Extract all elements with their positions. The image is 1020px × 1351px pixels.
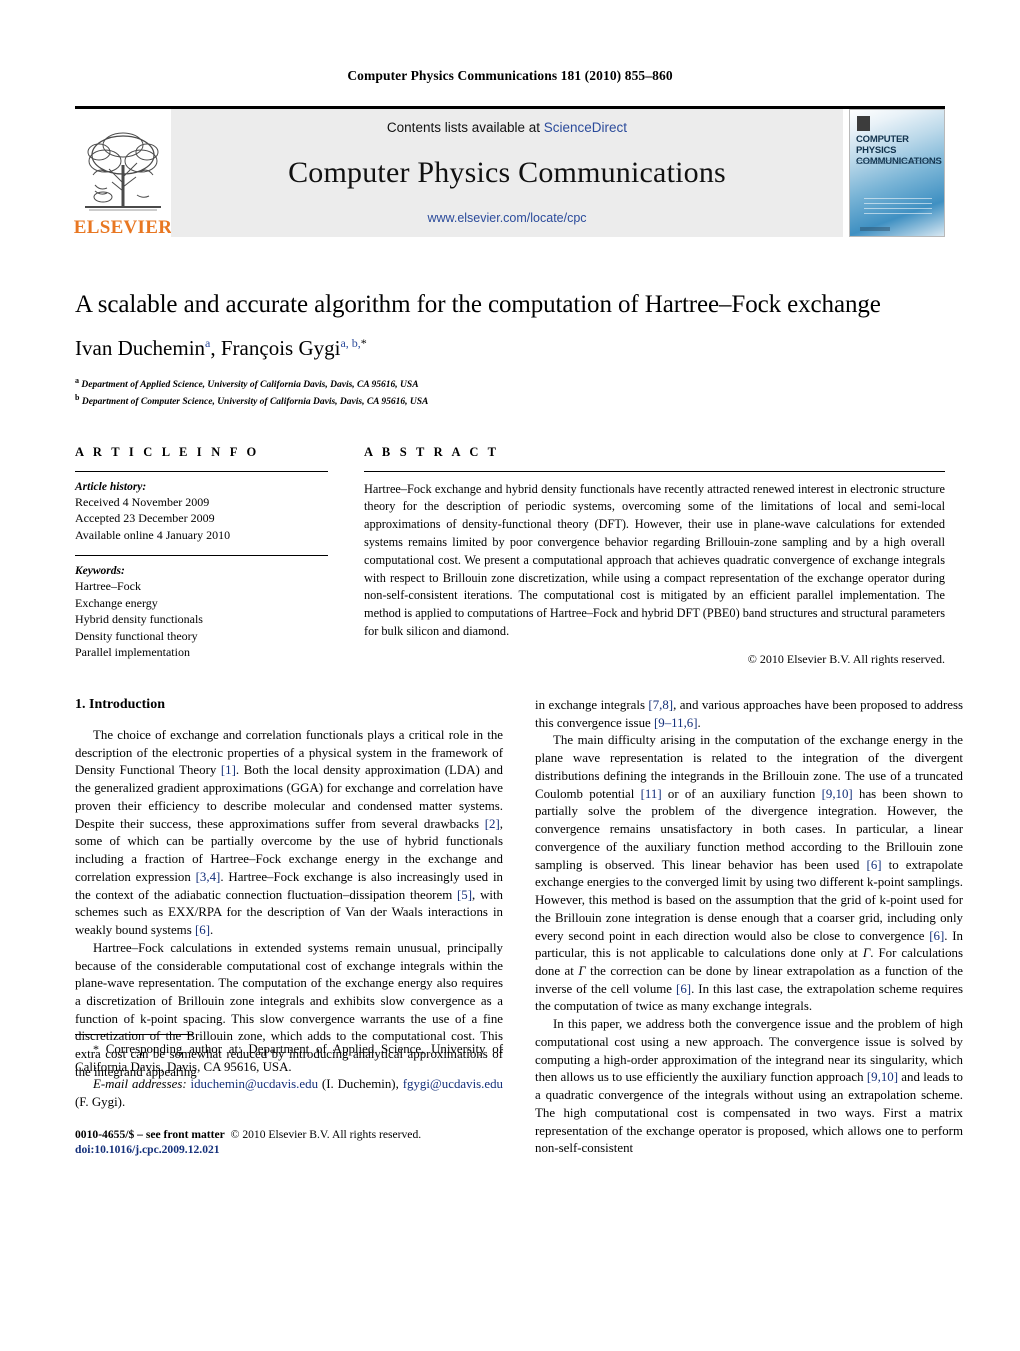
abstract-column: A B S T R A C T Hartree–Fock exchange an… (364, 445, 945, 667)
journal-cover-thumbnail: COMPUTER PHYSICS COMMUNICATIONS (849, 109, 945, 237)
elsevier-logo: ELSEVIER (73, 109, 173, 238)
body-column-right: in exchange integrals [7,8], and various… (535, 697, 963, 1158)
footnote-text: Corresponding author at: Department of A… (75, 1041, 503, 1074)
footnote-star-marker: * (93, 1041, 99, 1056)
section-heading-introduction: 1. Introduction (75, 696, 165, 712)
history-available-online: Available online 4 January 2010 (75, 527, 231, 542)
body-columns: 1. Introduction The choice of exchange a… (75, 697, 963, 1158)
issn-line: 0010-4655/$ – see front matter © 2010 El… (75, 1127, 503, 1143)
cover-footer-mark (860, 227, 890, 231)
journal-masthead: ELSEVIER Contents lists available at Sci… (73, 106, 945, 238)
affiliation-b-marker: b (75, 393, 80, 403)
citation-ref[interactable]: [9,10] (822, 787, 853, 801)
citation-ref[interactable]: [3,4] (196, 870, 221, 884)
citation-ref[interactable]: [9,10] (867, 1070, 898, 1084)
elsevier-tree-mark-icon (857, 116, 870, 131)
keyword-item: Hybrid density functionals (75, 612, 203, 627)
contents-prefix: Contents lists available at (386, 120, 541, 135)
issn-copyright: © 2010 Elsevier B.V. All rights reserved… (230, 1127, 422, 1141)
body-column-left: 1. Introduction The choice of exchange a… (75, 697, 503, 1158)
email-link-duchemin[interactable]: iduchemin@ucdavis.edu (191, 1077, 319, 1091)
issn-text: 0010-4655/$ – see front matter (75, 1127, 225, 1141)
citation-ref[interactable]: [6] (195, 923, 210, 937)
article-page: Computer Physics Communications 181 (201… (0, 0, 1020, 1351)
affiliation-a-text: Department of Applied Science, Universit… (81, 379, 419, 390)
citation-ref[interactable]: [11] (641, 787, 662, 801)
citation-ref[interactable]: [2] (485, 817, 500, 831)
email-owner-1: (I. Duchemin), (321, 1077, 399, 1092)
citation-ref[interactable]: [6] (676, 982, 691, 996)
journal-homepage-link[interactable]: www.elsevier.com/locate/cpc (427, 211, 586, 225)
divider (364, 470, 945, 472)
affiliation-b: b Department of Computer Science, Univer… (75, 392, 945, 409)
citation-ref[interactable]: [6] (867, 858, 882, 872)
running-head: Computer Physics Communications 181 (201… (347, 68, 673, 83)
article-info-column: A R T I C L E I N F O Article history: R… (75, 445, 328, 667)
gamma-symbol: Γ (578, 963, 586, 978)
cover-subtitle-lines (856, 160, 939, 164)
paragraph-text: . (209, 923, 214, 938)
affiliation-list: a Department of Applied Science, Univers… (75, 375, 945, 410)
paragraph: The choice of exchange and correlation f… (75, 727, 503, 940)
abstract-heading: A B S T R A C T (364, 444, 500, 459)
article-history-label: Article history: (75, 480, 147, 493)
journal-title: Computer Physics Communications (288, 156, 726, 189)
affiliation-b-text: Department of Computer Science, Universi… (81, 397, 429, 408)
keyword-item: Hartree–Fock (75, 579, 141, 594)
email-label: E-mail addresses: (93, 1077, 187, 1092)
citation-ref[interactable]: [5] (457, 888, 472, 902)
title-block: A scalable and accurate algorithm for th… (75, 290, 945, 410)
citation-ref[interactable]: [7,8] (648, 698, 673, 712)
citation-ref[interactable]: [9–11,6] (654, 716, 698, 730)
email-owner-2: (F. Gygi). (75, 1095, 126, 1110)
author-list: Ivan Duchemina, François Gygia, b,* (75, 336, 945, 361)
issn-copyright-block: 0010-4655/$ – see front matter © 2010 El… (75, 1127, 503, 1158)
author-separator: , (210, 335, 221, 360)
info-abstract-section: A R T I C L E I N F O Article history: R… (75, 445, 945, 667)
citation-ref[interactable]: [6] (929, 929, 944, 943)
divider (75, 470, 328, 472)
paragraph: The main difficulty arising in the compu… (535, 732, 963, 1016)
article-info-heading: A R T I C L E I N F O (75, 444, 260, 459)
author-2-name: François Gygi (220, 335, 341, 360)
abstract-text: Hartree–Fock exchange and hybrid density… (364, 481, 945, 639)
footnote-divider (75, 1033, 193, 1035)
citation-ref[interactable]: [1] (221, 763, 236, 777)
elsevier-wordmark: ELSEVIER (73, 217, 173, 238)
author-2-affiliation-marker: a, b, (340, 335, 361, 350)
author-1-name: Ivan Duchemin (75, 335, 206, 360)
abstract-copyright: © 2010 Elsevier B.V. All rights reserved… (747, 651, 945, 666)
elsevier-tree-icon (85, 132, 161, 211)
paragraph: in exchange integrals [7,8], and various… (535, 697, 963, 732)
paragraph-text: in exchange integrals (535, 697, 649, 712)
paragraph-text: . (697, 715, 701, 730)
history-accepted: Accepted 23 December 2009 (75, 511, 215, 526)
keyword-item: Exchange energy (75, 595, 158, 610)
history-received: Received 4 November 2009 (75, 494, 210, 509)
keywords-label: Keywords: (75, 565, 125, 578)
email-link-gygi[interactable]: fgygi@ucdavis.edu (403, 1077, 503, 1091)
cover-text-lines (864, 198, 932, 218)
page-title: A scalable and accurate algorithm for th… (75, 291, 881, 318)
affiliation-a-marker: a (75, 375, 79, 385)
corresponding-author-marker: * (360, 335, 367, 350)
affiliation-a: a Department of Applied Science, Univers… (75, 375, 945, 392)
paragraph: In this paper, we address both the conve… (535, 1016, 963, 1158)
sciencedirect-link[interactable]: ScienceDirect (544, 120, 627, 135)
keyword-item: Density functional theory (75, 628, 198, 643)
footnote-email-addresses: E-mail addresses: iduchemin@ucdavis.edu … (75, 1076, 503, 1111)
keyword-item: Parallel implementation (75, 645, 190, 660)
doi-link[interactable]: doi:10.1016/j.cpc.2009.12.021 (75, 1142, 503, 1158)
divider (75, 555, 328, 557)
paragraph-text: or of an auxiliary function (661, 786, 822, 801)
footnote-corresponding-author: * Corresponding author at: Department of… (75, 1041, 503, 1076)
contents-available-line: Contents lists available at ScienceDirec… (387, 120, 627, 135)
footnote-block: * Corresponding author at: Department of… (75, 1033, 503, 1158)
journal-banner: Contents lists available at ScienceDirec… (171, 109, 843, 237)
